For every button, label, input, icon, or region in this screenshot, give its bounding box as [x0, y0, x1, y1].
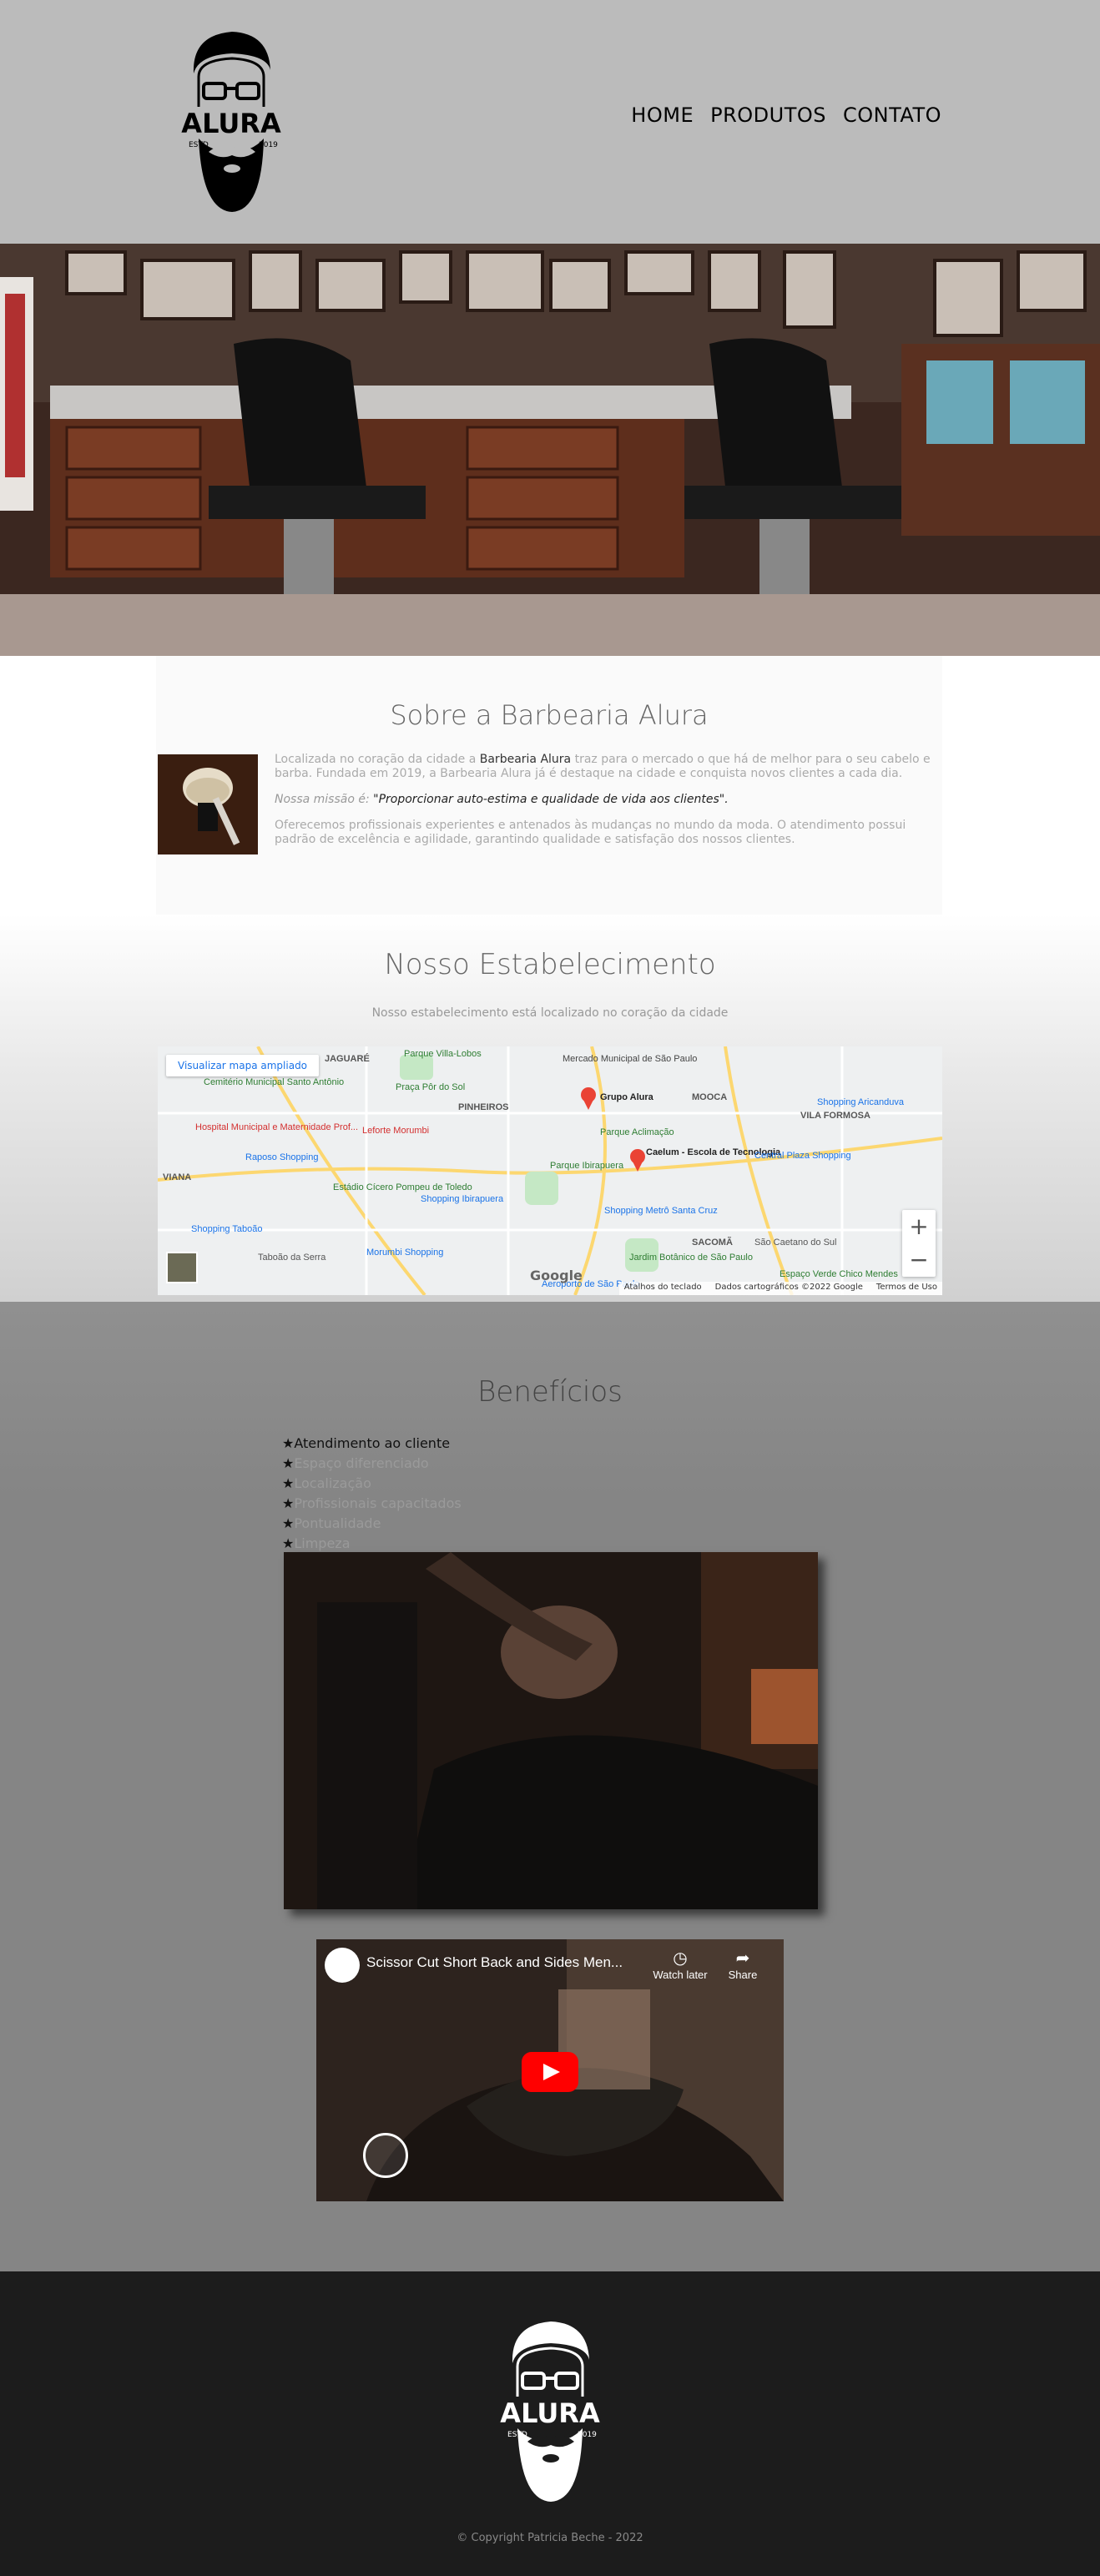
about-section: Sobre a Barbearia Alura Localizada no co… [156, 656, 942, 915]
map-label: São Caetano do Sul [754, 1238, 836, 1248]
svg-text:ALURA: ALURA [500, 2397, 600, 2429]
keyboard-shortcuts-link[interactable]: Atalhos do teclado [624, 1283, 702, 1294]
map-label: SACOMÃ [692, 1237, 733, 1248]
benefits-title: Benefícios [477, 1375, 623, 1409]
watch-later-button[interactable]: ◷ Watch later [647, 1948, 714, 1981]
about-paragraph-2: Nossa missão é: "Proporcionar auto-estim… [275, 793, 729, 806]
map-label: Mercado Municipal de São Paulo [563, 1054, 697, 1064]
share-button[interactable]: ➦ Share [722, 1948, 764, 1981]
svg-text:ALURA: ALURA [181, 108, 281, 139]
location-title: Nosso Estabelecimento [384, 948, 716, 981]
copyright-text: © Copyright Patricia Beche - 2022 [457, 2532, 643, 2544]
map-label: Espaço Verde Chico Mendes [780, 1269, 898, 1279]
bearded-man-logo-icon: ALURA ESTD 2019 [177, 32, 285, 212]
star-icon: ★ [282, 1435, 295, 1451]
map-zoom-control: + − [902, 1210, 936, 1277]
map-label: Shopping Aricanduva [817, 1097, 905, 1107]
map-label: Estádio Cícero Pompeu de Toledo [333, 1182, 472, 1192]
map-label: Leforte Morumbi [362, 1126, 429, 1136]
benefit-item: ★Localização [282, 1475, 371, 1491]
benefit-item: ★Profissionais capacitados [282, 1495, 462, 1511]
map-label: PINHEIROS [458, 1102, 509, 1112]
nav-contato[interactable]: CONTATO [843, 103, 941, 127]
bearded-man-logo-icon: ALURA ESTD 2019 [496, 2321, 604, 2502]
channel-watermark[interactable] [363, 2133, 408, 2178]
site-footer: ALURA ESTD 2019 © Copyright Patricia Bec… [0, 2271, 1100, 2576]
map-data-text: Dados cartográficos ©2022 Google [714, 1283, 863, 1292]
shaving-brush-image [158, 754, 258, 854]
map-label: Central Plaza Shopping [754, 1151, 851, 1161]
map-label: Parque Ibirapuera [550, 1161, 624, 1171]
barber-shaving-photo [284, 1552, 818, 1909]
about-title: Sobre a Barbearia Alura [390, 699, 709, 731]
footer-logo: ALURA ESTD 2019 [496, 2316, 604, 2503]
share-icon: ➦ [735, 1949, 750, 1968]
map-label: Hospital Municipal e Maternidade Prof... [195, 1122, 358, 1132]
about-paragraph-3: Oferecemos profissionais experientes e a… [275, 819, 906, 846]
benefit-item: ★Pontualidade [282, 1515, 381, 1531]
benefits-list: ★Atendimento ao cliente ★Espaço diferenc… [282, 1434, 462, 1554]
about-paragraph-1: Localizada no coração da cidade a Barbea… [275, 753, 931, 780]
map-label: Shopping Taboão [191, 1224, 262, 1234]
star-icon: ★ [282, 1515, 295, 1531]
star-icon: ★ [282, 1475, 295, 1491]
google-map-embed[interactable]: JAGUARÉ Parque Villa-Lobos Mercado Munic… [158, 1046, 942, 1295]
benefit-item: ★Espaço diferenciado [282, 1455, 429, 1471]
mission-quote: "Proporcionar auto-estima e qualidade de… [369, 793, 729, 806]
hero-banner-image [0, 244, 1100, 656]
benefit-item: ★Limpeza [282, 1535, 351, 1551]
map-label: Parque Villa-Lobos [404, 1049, 482, 1059]
zoom-out-button[interactable]: − [902, 1243, 936, 1277]
map-label: Praça Pôr do Sol [396, 1082, 465, 1092]
map-attribution: Atalhos do teclado Dados cartográficos ©… [618, 1282, 942, 1295]
map-label: Cemitério Municipal Santo Antônio [204, 1077, 344, 1087]
map-label: VIANA [163, 1172, 191, 1182]
map-label: MOOCA [692, 1092, 727, 1102]
map-label: JAGUARÉ [325, 1053, 370, 1064]
map-label: Morumbi Shopping [366, 1248, 443, 1258]
terms-link[interactable]: Termos de Uso [876, 1283, 937, 1294]
map-label: Raposo Shopping [245, 1152, 318, 1162]
location-subtitle: Nosso estabelecimento está localizado no… [371, 1006, 729, 1020]
map-label: Shopping Ibirapuera [421, 1194, 504, 1204]
channel-avatar[interactable] [325, 1948, 360, 1983]
nav-produtos[interactable]: PRODUTOS [710, 103, 826, 127]
star-icon: ★ [282, 1455, 295, 1471]
brand-logo[interactable]: ALURA ESTD 2019 [177, 27, 285, 214]
video-title[interactable]: Scissor Cut Short Back and Sides Men... [366, 1954, 623, 1971]
map-label: VILA FORMOSA [800, 1111, 870, 1121]
site-header: ALURA ESTD 2019 HOME PRODUTOS CONTATO [0, 0, 1100, 244]
youtube-video-embed[interactable]: Scissor Cut Short Back and Sides Men... … [316, 1939, 784, 2201]
view-larger-map-link[interactable]: Visualizar mapa ampliado [166, 1055, 320, 1076]
location-section: Nosso Estabelecimento Nosso estabelecime… [0, 915, 1100, 1302]
satellite-toggle[interactable] [166, 1252, 198, 1283]
benefits-section: Benefícios ★Atendimento ao cliente ★Espa… [0, 1302, 1100, 2271]
google-logo: Google [530, 1268, 583, 1283]
map-label: Grupo Alura [600, 1092, 654, 1102]
benefit-item: ★Atendimento ao cliente [282, 1435, 451, 1451]
play-button-icon[interactable] [522, 2052, 578, 2092]
main-nav: HOME PRODUTOS CONTATO [631, 103, 941, 127]
map-label: Shopping Metrô Santa Cruz [604, 1206, 718, 1216]
nav-home[interactable]: HOME [631, 103, 694, 127]
star-icon: ★ [282, 1535, 295, 1551]
zoom-in-button[interactable]: + [902, 1210, 936, 1243]
star-icon: ★ [282, 1495, 295, 1511]
clock-icon: ◷ [673, 1949, 688, 1968]
map-label: Parque Aclimação [600, 1127, 674, 1137]
map-label: Taboão da Serra [258, 1253, 326, 1263]
map-label: Jardim Botânico de São Paulo [629, 1253, 753, 1263]
about-text: Localizada no coração da cidade a Barbea… [275, 753, 942, 859]
brand-name: Barbearia Alura [479, 753, 572, 766]
